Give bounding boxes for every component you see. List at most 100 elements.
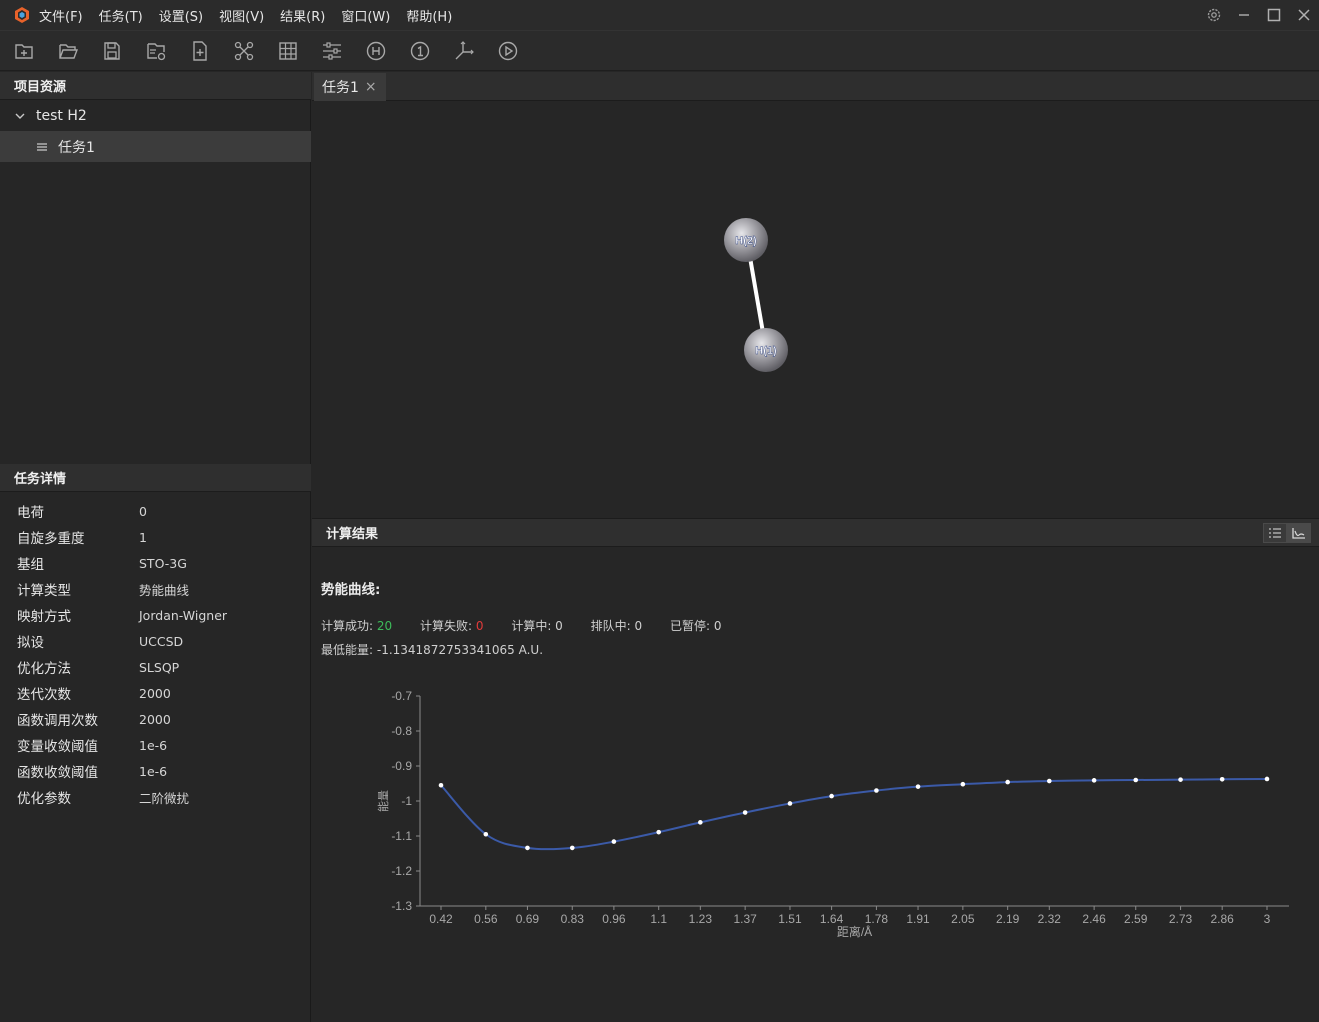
stats-line: 计算成功: 20 计算失败: 0 计算中: 0 排队中: 0 已暂停: 0: [321, 617, 745, 634]
detail-key: 优化方法: [17, 661, 71, 677]
detail-row: 计算类型 势能曲线: [0, 576, 311, 602]
stat-running: 计算中: 0: [511, 619, 563, 633]
x-tick-label: 2.32: [1038, 912, 1062, 926]
detail-row: 映射方式 Jordan-Wigner: [0, 602, 311, 628]
stat-fail: 计算失败: 0: [420, 619, 484, 633]
min-energy: 最低能量: -1.1341872753341065 A.U.: [321, 643, 544, 657]
stat-paused: 已暂停: 0: [669, 619, 722, 633]
y-tick-label: -1.2: [391, 864, 412, 878]
detail-value: 1: [139, 529, 147, 545]
save-button[interactable]: [100, 39, 124, 63]
data-point: [829, 793, 834, 799]
task-detail-panel: 任务详情 电荷 0 自旋多重度 1 基组 STO-3G 计算类型 势能曲线 映射方式 Jo…: [0, 464, 311, 1022]
open-folder-button[interactable]: [56, 39, 80, 63]
y-tick-label: -0.7: [391, 689, 412, 703]
new-project-icon: [15, 43, 33, 59]
data-point: [483, 831, 489, 837]
settings-gear-button[interactable]: [1199, 0, 1229, 30]
save-icon: [104, 41, 120, 60]
results-title: 计算结果: [326, 527, 379, 542]
x-tick-label: 2.05: [951, 912, 975, 926]
app-logo-icon: [15, 7, 29, 23]
save-as-button[interactable]: [144, 39, 168, 63]
new-file-button[interactable]: [188, 39, 212, 63]
minimize-button[interactable]: [1229, 0, 1259, 30]
x-tick-label: 0.69: [516, 912, 540, 926]
chart-view-button[interactable]: [1287, 523, 1311, 543]
detail-row: 拟设 UCCSD: [0, 628, 311, 654]
atom-h1[interactable]: H(1): [744, 328, 788, 372]
data-point: [525, 845, 530, 851]
new-file-icon: [193, 40, 207, 61]
new-project-button[interactable]: [12, 39, 36, 63]
y-tick-label: -1.3: [391, 899, 412, 913]
task-detail-title: 任务详情: [0, 464, 311, 492]
detail-value: Jordan-Wigner: [139, 607, 228, 623]
results-body: 势能曲线: 计算成功: 20 计算失败: 0 计算中: 0 排队中: 0 已暂停…: [312, 548, 1319, 1022]
x-tick-label: 0.42: [429, 912, 453, 926]
series-line: [440, 777, 1268, 851]
molecule-graph-button[interactable]: [232, 39, 256, 63]
detail-row: 电荷 0: [0, 498, 311, 524]
detail-value: 1e-6: [139, 763, 168, 779]
minimize-icon: [1239, 14, 1249, 16]
detail-row: 变量收敛阈值 1e-6: [0, 732, 311, 758]
one-icon: [410, 41, 430, 60]
data-point: [438, 782, 444, 788]
gear-icon: [1207, 8, 1221, 22]
project-panel-title: 项目资源: [0, 72, 311, 100]
atom-h2[interactable]: H(2): [724, 218, 768, 262]
detail-value: 0: [139, 503, 147, 519]
detail-key: 自旋多重度: [17, 531, 85, 547]
title-bar: 文件(F) 任务(T) 设置(S) 视图(V) 结果(R) 窗口(W) 帮助(H…: [0, 0, 1319, 30]
menu-settings[interactable]: 设置(S): [159, 6, 203, 25]
data-point: [1005, 779, 1010, 785]
view-toggle: [1263, 523, 1311, 543]
data-point: [1046, 778, 1052, 784]
x-tick-label: 1.78: [865, 912, 889, 926]
list-view-button[interactable]: [1263, 523, 1287, 543]
run-button[interactable]: [496, 39, 520, 63]
detail-key: 迭代次数: [17, 687, 71, 703]
menu-window[interactable]: 窗口(W): [341, 6, 390, 25]
detail-row: 函数调用次数 2000: [0, 706, 311, 732]
settings-sliders-button[interactable]: [320, 39, 344, 63]
list-icon: [36, 141, 48, 153]
detail-row: 函数收敛阈值 1e-6: [0, 758, 311, 784]
x-tick-label: 1.64: [820, 912, 844, 926]
tree-item-project[interactable]: test H2: [0, 100, 311, 131]
molecule-viewer[interactable]: H(2) H(1): [312, 101, 1319, 518]
settings-sliders-icon: [323, 41, 341, 60]
data-point: [787, 801, 793, 806]
x-tick-label: 1.37: [733, 912, 757, 926]
menu-view[interactable]: 视图(V): [219, 6, 264, 25]
x-tick-label: 2.19: [996, 912, 1020, 926]
axis-button[interactable]: [452, 39, 476, 63]
tree-item-task[interactable]: 任务1: [0, 131, 311, 162]
data-point: [1264, 776, 1270, 782]
hydrogen-icon: [366, 41, 386, 60]
menu-help[interactable]: 帮助(H): [406, 6, 452, 25]
fail-label: 计算失败:: [419, 619, 473, 633]
tab-close-icon[interactable]: ×: [365, 79, 377, 95]
x-axis-label: 距离/Å: [837, 924, 872, 939]
task-name: 任务1: [58, 139, 95, 156]
energy-curve-chart: -0.7 -0.8 -0.9 -1 -1.1 -1.2 -1.3 0.42 0.56 0.69 0.…: [376, 689, 1289, 939]
left-column: 项目资源 test H2 任务1 任务详情 电荷 0 自旋多重度 1 基组 STO-3…: [0, 72, 311, 1022]
menu-file[interactable]: 文件(F): [39, 6, 83, 25]
one-button[interactable]: [408, 39, 432, 63]
data-point: [1091, 778, 1097, 783]
open-folder-icon: [59, 43, 79, 59]
tab-task1[interactable]: 任务1 ×: [314, 73, 386, 101]
tab-bar: 任务1 ×: [312, 72, 1319, 101]
hydrogen-button[interactable]: [364, 39, 388, 63]
menu-results[interactable]: 结果(R): [280, 6, 325, 25]
menu-task[interactable]: 任务(T): [99, 6, 143, 25]
table-button[interactable]: [276, 39, 300, 63]
detail-key: 变量收敛阈值: [17, 739, 98, 755]
x-tick-label: 0.83: [561, 912, 585, 926]
chevron-down-icon[interactable]: [14, 110, 26, 122]
run-icon: [498, 41, 518, 60]
maximize-button[interactable]: [1259, 0, 1289, 30]
close-button[interactable]: [1289, 0, 1319, 30]
